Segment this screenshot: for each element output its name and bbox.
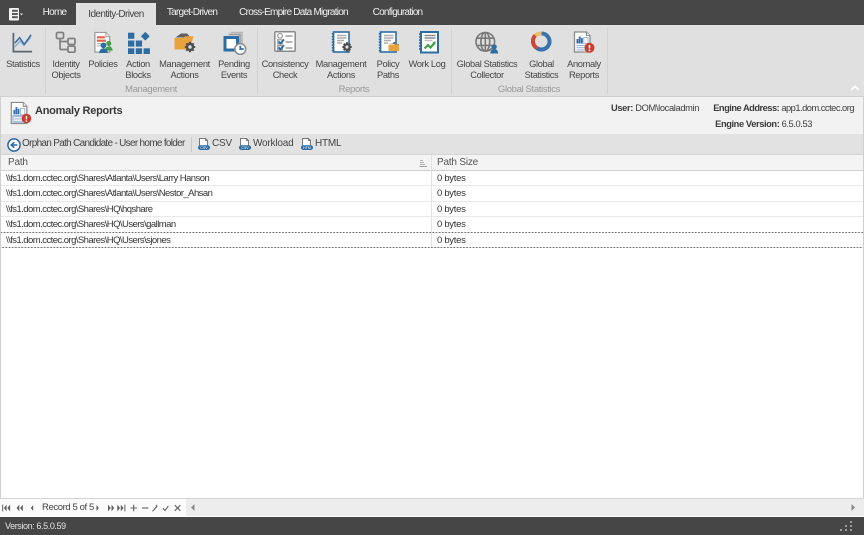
svg-text:CSV: CSV: [241, 146, 249, 150]
svg-text:CSV: CSV: [200, 146, 208, 150]
svg-text:HTM: HTM: [303, 146, 311, 150]
